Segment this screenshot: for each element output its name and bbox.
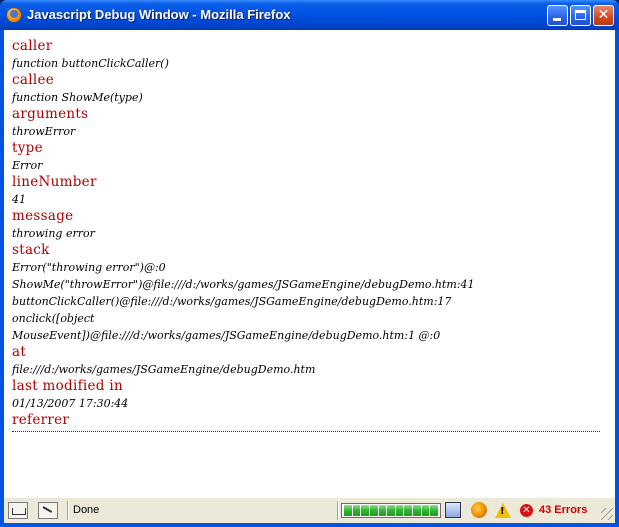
maximize-icon [575,10,586,20]
close-button[interactable]: ✕ [593,5,614,26]
debug-value: Error [12,159,43,172]
debug-value: file:///d:/works/games/JSGameEngine/debu… [12,363,316,376]
maximize-button[interactable] [570,5,591,26]
debug-value: 41 [12,193,26,206]
title-bar[interactable]: Javascript Debug Window - Mozilla Firefo… [0,0,619,30]
firefox-icon[interactable] [471,502,487,518]
progress-segment [369,505,378,516]
status-text: Done [73,504,100,516]
layout-icon[interactable] [8,502,28,519]
network-icon[interactable] [445,502,461,518]
debug-label: at [12,344,27,360]
debug-value: function ShowMe(type) [12,91,143,104]
debug-label: last modified in [12,378,123,394]
progress-segment [413,505,421,516]
progress-segment [421,505,430,516]
browser-window: Javascript Debug Window - Mozilla Firefo… [0,0,619,527]
debug-label: caller [12,38,53,54]
progress-segment [404,505,413,516]
progress-segment [352,505,361,516]
debug-label: callee [12,72,55,88]
error-count[interactable]: 43 Errors [539,504,587,516]
debug-label: arguments [12,106,89,122]
pen-icon[interactable] [38,502,58,519]
debug-value: MouseEvent])@file:///d:/works/games/JSGa… [12,329,441,342]
minimize-icon [553,18,561,21]
debug-label: type [12,140,43,156]
status-separator [337,501,339,520]
debug-value: throwing error [12,227,95,240]
error-icon[interactable]: ✕ [520,504,533,517]
status-bar: Done ! ✕ 43 Errors [4,497,615,523]
debug-label: message [12,208,74,224]
progress-segment [361,505,369,516]
debug-value: throwError [12,125,76,138]
debug-value: buttonClickCaller()@file:///d:/works/gam… [12,295,452,308]
debug-value: ShowMe("throwError")@file:///d:/works/ga… [12,278,475,291]
window-title: Javascript Debug Window - Mozilla Firefo… [27,7,291,22]
minimize-button[interactable] [547,5,568,26]
progress-segment [378,505,387,516]
debug-value: onclick([object [12,312,95,325]
debug-value: 01/13/2007 17:30:44 [12,397,129,410]
progress-segment [387,505,395,516]
divider [12,431,600,432]
debug-value: Error("throwing error")@:0 [12,261,166,274]
debug-label: stack [12,242,50,258]
progress-segment [344,505,352,516]
debug-output: caller function buttonClickCaller() callee… [12,38,602,432]
progress-bar [341,503,441,518]
debug-label: referrer [12,412,70,428]
status-separator [67,501,69,520]
debug-value: function buttonClickCaller() [12,57,169,70]
firefox-icon [6,7,22,23]
progress-segment [430,505,439,516]
progress-segment [395,505,404,516]
close-icon: ✕ [597,7,610,23]
debug-label: lineNumber [12,174,97,190]
page-content: caller function buttonClickCaller() callee… [4,30,615,497]
resize-grip-icon[interactable] [601,508,613,520]
